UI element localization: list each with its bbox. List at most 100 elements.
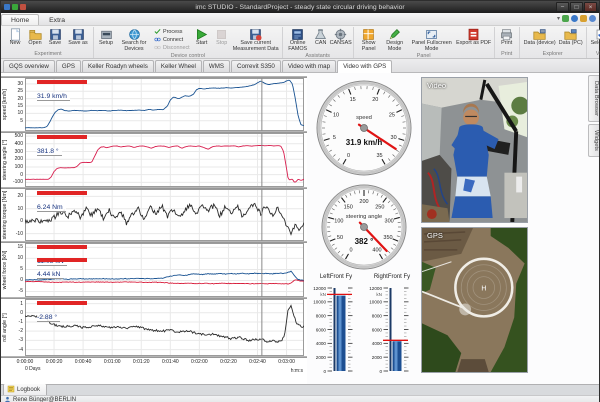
page-tab-keller-roadyn-wheels[interactable]: Keller Roadyn wheels (82, 60, 154, 72)
print-button[interactable]: Print (497, 27, 517, 47)
y-tick-label: 500 (9, 133, 23, 139)
page-tab-correvit-s350[interactable]: Correvit S350 (231, 60, 281, 72)
x-tick-label: 0:02:40 (244, 359, 272, 365)
svg-text:0: 0 (349, 248, 352, 254)
process-button[interactable]: Process (154, 28, 190, 35)
window-title: imc STUDIO - StandardProject - steady st… (1, 4, 599, 11)
gauge-hub (361, 224, 368, 231)
ribbon-group-explorer: Data (device)Data (PC)Explorer (520, 27, 587, 58)
stop-button[interactable]: Stop (212, 27, 232, 47)
start-button[interactable]: Start (192, 27, 212, 47)
y-tick-label: 0 (9, 310, 23, 316)
panel-area: speed [km/h]5101520253031.9 km/hsteering… (1, 73, 599, 384)
ribbon-group-device-control: SetupSearch for DevicesProcessConnectDis… (94, 27, 283, 58)
status-green-icon[interactable] (562, 15, 569, 22)
video-panel[interactable]: Video (421, 77, 528, 223)
logbook-icon (7, 385, 15, 395)
can-button[interactable]: CAN (311, 27, 331, 47)
tab-extra[interactable]: Extra (39, 14, 75, 25)
search-for-devices-label: Search for Devices (116, 41, 152, 53)
x-axis: 0:00:000:00:200:00:400:01:000:01:200:01:… (1, 358, 307, 376)
x-tick-label: 0:00:20 (40, 359, 68, 365)
gps-map-panel[interactable]: GPS H (421, 227, 528, 373)
y-tick-label: 10 (9, 206, 23, 212)
svg-text:10: 10 (333, 113, 339, 119)
open-label: Open (28, 41, 41, 47)
can-label: CAN (315, 41, 326, 47)
ribbon-group-label: View (589, 51, 600, 58)
page-tab-wms[interactable]: WMS (203, 60, 230, 72)
restore-button[interactable]: □ (570, 2, 583, 12)
status-bar: Logbook Rene Bünger@BERLIN (1, 384, 599, 402)
side-tab-widgets[interactable]: Widgets (588, 124, 599, 157)
page-tab-keller-wheel[interactable]: Keller Wheel (155, 60, 202, 72)
open-button[interactable]: Open (25, 27, 45, 47)
value-display-wheel-force-1: 4.44 kN (37, 258, 87, 281)
page-tab-gps[interactable]: GPS (56, 60, 81, 72)
ribbon: NewOpenSaveSave asExperimentSetupSearch … (1, 26, 599, 59)
y-tick-label: 20 (9, 96, 23, 102)
design-mode-button[interactable]: Design Mode (382, 27, 408, 53)
title-bar: imc STUDIO - StandardProject - steady st… (1, 1, 599, 13)
minimize-button[interactable]: − (556, 2, 569, 12)
chart-steering-torque: steering torque [Nm]-10010206.24 Nm (1, 189, 307, 241)
y-tick-label: 15 (9, 103, 23, 109)
info-icon[interactable] (571, 15, 578, 22)
gauge-speed[interactable]: 05101520253035speed31.9 km/h (309, 77, 419, 179)
charts-column: speed [km/h]5101520253031.9 km/hsteering… (1, 73, 307, 384)
svg-text:4000: 4000 (316, 341, 327, 346)
close-button[interactable]: × (584, 2, 597, 12)
ribbon-group-label: Print (497, 51, 517, 58)
logbook-tab[interactable]: Logbook (3, 383, 47, 395)
data-device-button[interactable]: Data (device) (522, 27, 558, 47)
panel-fullscreen-mode-button[interactable]: Panel Fullscreen Mode (408, 27, 456, 53)
globe-icon[interactable] (589, 15, 596, 22)
tab-home[interactable]: Home (1, 14, 39, 25)
setup-button[interactable]: Setup (96, 27, 116, 47)
quick-start-icon[interactable] (12, 4, 18, 10)
ribbon-group-experiment: NewOpen SaveSave as Experiment (3, 27, 94, 58)
save-current-measurement-data-button[interactable]: Save current Measurement Data (232, 27, 280, 53)
side-tab-data-browser[interactable]: Data Browser (588, 75, 599, 122)
page-tab-video-with-gps[interactable]: Video with GPS (337, 60, 392, 73)
value-display-steering-angle-0: 381.8 ° (37, 135, 87, 158)
chart-wheel-force: wheel force [kN]-505101511.08 kN4.44 kN (1, 243, 307, 297)
gauge-hub (361, 125, 368, 132)
online-famos-button[interactable]: Online FAMOS (285, 27, 311, 53)
data-pc-button[interactable]: Data (PC) (558, 27, 584, 47)
meter-rightfront-fy[interactable]: 020004000600080001000012000kN (367, 283, 419, 376)
save-button[interactable]: Save (45, 27, 65, 47)
quick-stop-icon[interactable] (20, 4, 26, 10)
value-text: 4.44 kN (37, 271, 63, 279)
ribbon-group-print: Print Print (495, 27, 520, 58)
meter-leftfront-fy[interactable]: 020004000600080001000012000kN (311, 283, 363, 376)
y-tick-label: 20 (9, 193, 23, 199)
value-text: 381.8 ° (37, 148, 62, 156)
connect-button[interactable]: Connect (154, 36, 190, 43)
cansas-button[interactable]: CANSAS (331, 27, 351, 47)
gauge-value: 382 ° (355, 237, 374, 246)
save-as-button[interactable]: Save as (65, 27, 91, 47)
x-tick-label: 0:00:40 (69, 359, 97, 365)
new-button[interactable]: New (5, 27, 25, 47)
svg-text:150: 150 (344, 204, 353, 210)
gauge-steering-angle[interactable]: 050100150200250300350400steering angle38… (309, 181, 419, 273)
ribbon-group-label: Experiment (5, 51, 91, 58)
y-tick-label: 10 (9, 110, 23, 116)
meter-unit: kN (320, 292, 326, 297)
show-panel-button[interactable]: Show Panel (356, 27, 382, 53)
gauge-title: steering angle (346, 214, 382, 220)
page-tab-video-with-map[interactable]: Video with map (282, 60, 336, 72)
export-as-pdf-button[interactable]: Export as PDF (456, 27, 492, 47)
search-for-devices-button[interactable]: Search for Devices (116, 27, 152, 53)
page-tab-gqs-overview[interactable]: GQS overview (3, 60, 55, 72)
dropdown-caret-icon[interactable]: ▾ (557, 15, 560, 22)
y-tick-label: -100 (9, 179, 23, 185)
notification-icon[interactable] (580, 15, 587, 22)
disconnect-button[interactable]: Disconnect (154, 44, 190, 51)
y-tick-label: -3 (9, 337, 23, 343)
logbook-icon (7, 385, 15, 393)
selection-button[interactable]: Selection (589, 27, 600, 47)
app-logo-icon[interactable] (4, 4, 10, 10)
svg-text:300: 300 (385, 218, 394, 224)
